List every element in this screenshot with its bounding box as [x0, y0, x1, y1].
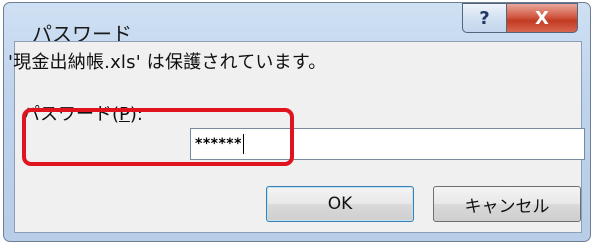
help-button[interactable]: ?: [462, 3, 506, 33]
close-icon: X: [535, 7, 549, 29]
highlight-annotation: [22, 108, 294, 166]
ok-button[interactable]: OK: [266, 186, 414, 222]
protection-message: '現金出納帳.xls' は保護されています。: [8, 52, 327, 73]
close-button[interactable]: X: [506, 3, 578, 33]
ok-button-label: OK: [327, 194, 353, 214]
cancel-button-label: キャンセル: [464, 196, 550, 217]
title-bar-buttons: ? X: [462, 3, 578, 33]
help-icon: ?: [479, 7, 490, 29]
cancel-button[interactable]: キャンセル: [433, 186, 581, 222]
